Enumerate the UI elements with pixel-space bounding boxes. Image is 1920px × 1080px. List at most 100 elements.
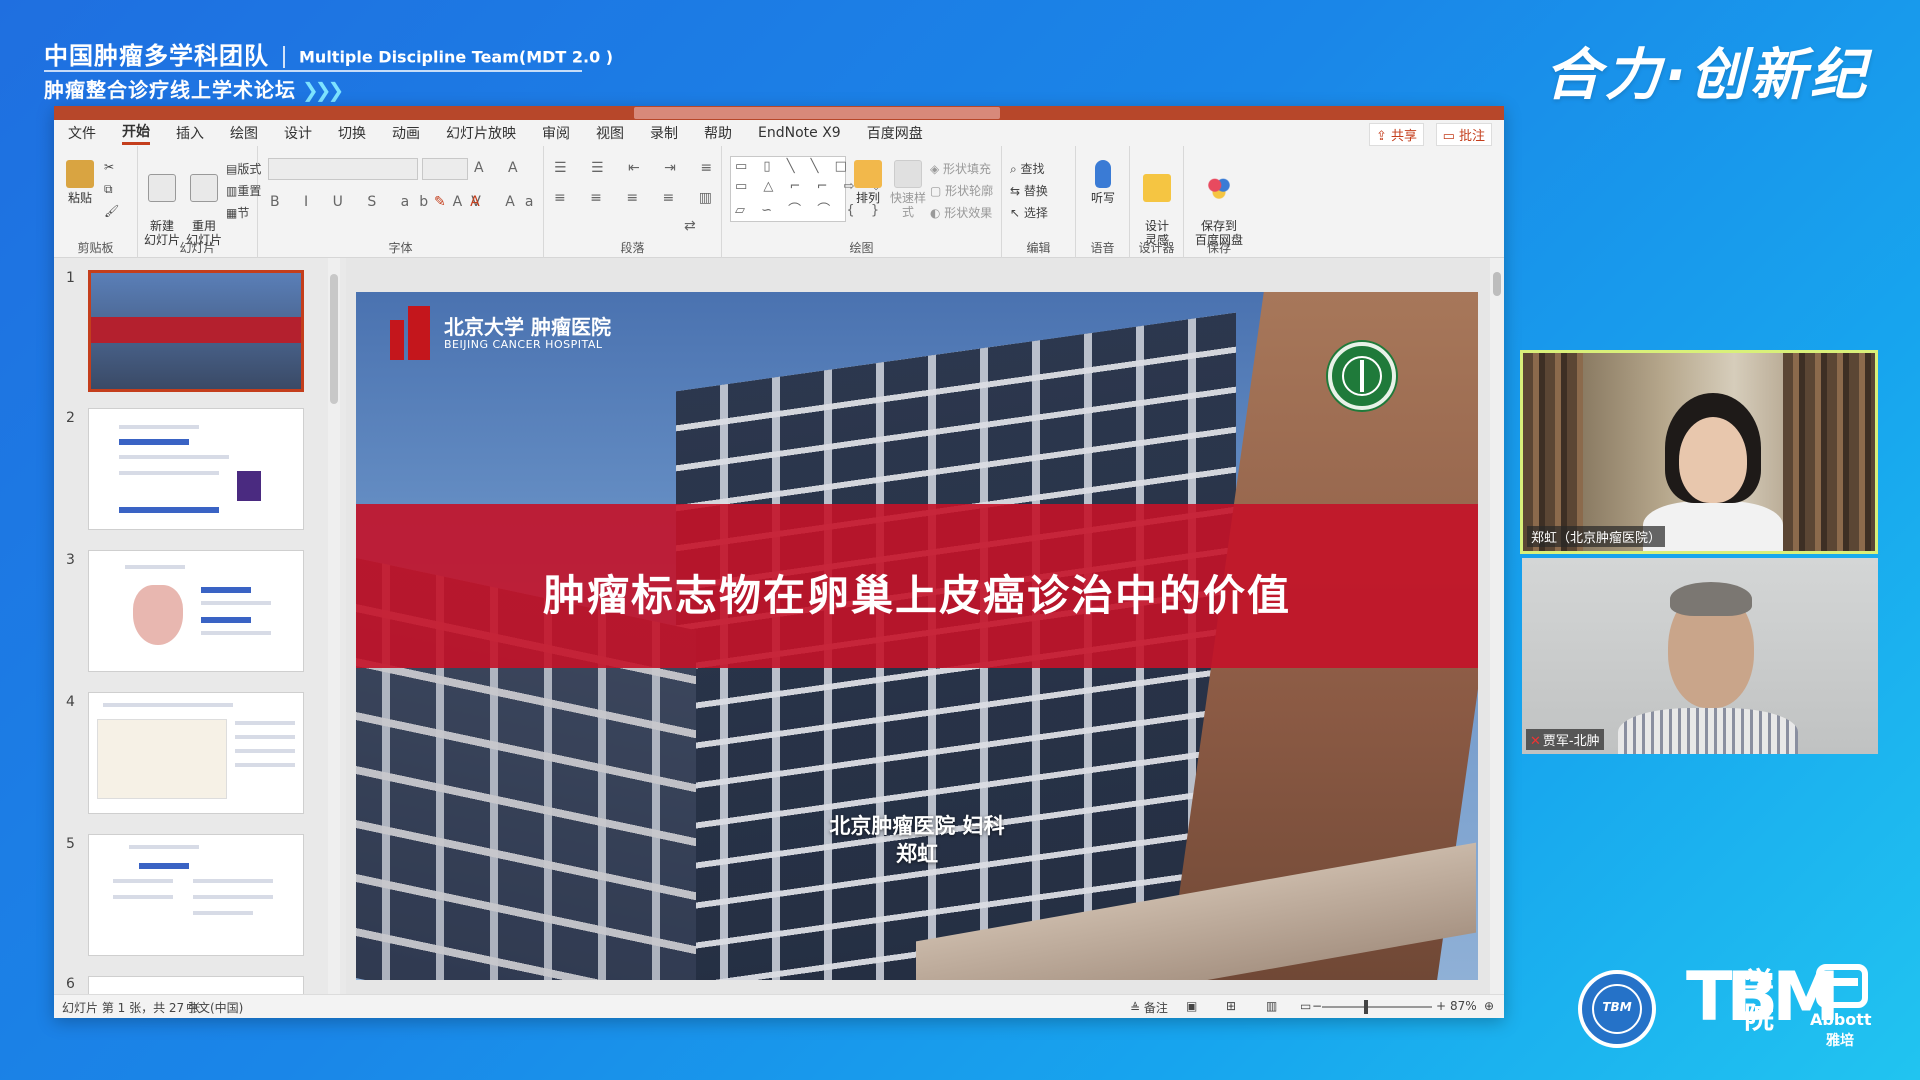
zoom-slider-thumb[interactable] [1364,1000,1368,1014]
thumb-number: 4 [66,694,75,710]
thumb-line [113,895,173,899]
font-format-buttons[interactable]: B I U S ab AV Aa [270,194,543,210]
tab-file[interactable]: 文件 [68,123,96,143]
zoom-slider[interactable] [1322,1006,1432,1008]
section-button[interactable]: ▦节 [226,204,249,221]
quick-styles-button[interactable]: 快速样式 [888,160,928,219]
scrollbar-thumb[interactable] [1493,272,1501,296]
lightning-icon [1143,174,1171,202]
font-size-controls[interactable]: A A [474,160,528,176]
group-editing: ⌕ 查找 ⇆ 替换 ↖ 选择 编辑 [1002,146,1076,258]
tbm-society-logo: TBM [1578,970,1656,1048]
sorter-view-icon[interactable]: ⊞ [1226,999,1236,1013]
share-button[interactable]: ⇪ 共享 [1368,123,1424,146]
zoom-in-icon[interactable]: + [1436,999,1446,1013]
group-font: A A B I U S ab AV Aa ✎ A 字体 [258,146,544,258]
normal-view-icon[interactable]: ▣ [1186,999,1197,1013]
shape-outline-button[interactable]: ▢ 形状轮廓 [930,182,993,199]
layout-button[interactable]: ▤版式 [226,160,261,177]
group-label-save: 保存 [1206,241,1231,255]
tab-endnote[interactable]: EndNote X9 [758,125,841,141]
font-size-select[interactable] [422,158,468,180]
thumb-image [237,471,261,501]
slide-thumbnail-6[interactable] [88,976,304,996]
format-painter-icon[interactable]: 🖌 [104,204,119,218]
arrange-icon [854,160,882,188]
thumb-line [129,845,199,849]
tab-home[interactable]: 开始 [122,121,150,145]
paste-button[interactable]: 粘贴 [62,160,98,205]
language-indicator[interactable]: 中文(中国) [186,999,243,1016]
tab-help[interactable]: 帮助 [704,123,732,143]
text-direction-button[interactable]: ⇄ [684,218,706,234]
slide-presenter: 郑虹 [896,842,938,866]
zoom-out-icon[interactable]: − [1312,999,1322,1013]
slide-thumbnail-1[interactable] [88,270,304,392]
shape-fill-button[interactable]: ◈ 形状填充 [930,160,991,177]
tab-transitions[interactable]: 切换 [338,123,366,143]
reset-button[interactable]: ▥重置 [226,182,261,199]
search-box[interactable] [634,107,1000,119]
fit-slide-icon[interactable]: ⊕ [1484,999,1494,1013]
designer-button[interactable]: 设计 灵感 [1136,160,1178,247]
thumb-line [235,749,295,753]
shapes-gallery[interactable]: ▭ ▯ ╲ ╲ □ ○ ▭ △ ⌐ ⌐ ⇨ ⇩ ▱ ∽ ⌒ ⌒ { } [730,156,882,222]
reuse-slide-button[interactable]: 重用 幻灯片 [184,160,224,247]
shape-effects-button[interactable]: ◐ 形状效果 [930,204,992,221]
group-save: 保存到 百度网盘 保存 [1184,146,1254,258]
broadcast-title-en: Multiple Discipline Team(MDT 2.0 ) [299,47,614,67]
group-label-designer: 设计器 [1138,241,1175,255]
group-label-editing: 编辑 [1026,241,1051,255]
slide-count: 幻灯片 第 1 张，共 27 张 [62,1001,200,1015]
scrollbar-thumb[interactable] [330,274,338,404]
share-label: 共享 [1390,129,1417,144]
dictate-button[interactable]: 听写 [1084,160,1122,205]
notes-button[interactable]: ≜ 备注 [1130,999,1168,1016]
comment-button[interactable]: ▭ 批注 [1435,123,1492,146]
tab-animations[interactable]: 动画 [392,123,420,143]
new-slide-button[interactable]: 新建 幻灯片 [142,160,182,247]
group-label-drawing: 绘图 [849,241,874,255]
current-slide[interactable]: 北京大学 肿瘤医院 BEIJING CANCER HOSPITAL 肿瘤标志物在… [356,292,1478,980]
tab-review[interactable]: 审阅 [542,123,570,143]
tab-draw[interactable]: 绘图 [230,123,258,143]
outline-icon: ▢ [930,184,946,198]
tab-record[interactable]: 录制 [650,123,678,143]
tab-slideshow[interactable]: 幻灯片放映 [446,123,516,143]
comment-icon: ▭ [1442,129,1459,144]
group-label-voice: 语音 [1090,241,1115,255]
thumb-block [139,863,189,869]
hospital-name-cn: 北京大学 肿瘤医院 [444,315,611,339]
reading-view-icon[interactable]: ▥ [1266,999,1277,1013]
thumbnail-scrollbar[interactable] [328,258,340,994]
tab-design[interactable]: 设计 [284,123,312,143]
arrange-button[interactable]: 排列 [850,160,886,205]
save-baidu-button[interactable]: 保存到 百度网盘 [1186,160,1252,247]
font-family-select[interactable] [268,158,418,180]
thumb-line [125,565,185,569]
copy-icon[interactable]: ⧉ [104,182,113,197]
slide-thumbnail-5[interactable] [88,834,304,956]
mic-muted-icon: ✕ [1530,734,1541,749]
slideshow-icon[interactable]: ▭ [1300,999,1311,1013]
slide-thumbnail-4[interactable] [88,692,304,814]
canvas-scrollbar[interactable] [1490,258,1504,994]
thumb-line [235,735,295,739]
cut-icon[interactable]: ✂ [104,160,114,174]
find-button[interactable]: ⌕ 查找 [1010,160,1045,177]
select-button[interactable]: ↖ 选择 [1010,204,1048,221]
group-voice: 听写 语音 [1076,146,1130,258]
font-color-buttons[interactable]: ✎ A [434,194,490,210]
slide-thumbnail-2[interactable] [88,408,304,530]
replace-button[interactable]: ⇆ 替换 [1010,182,1048,199]
arrange-label: 排列 [855,191,880,205]
slide-title: 肿瘤标志物在卵巢上皮癌诊治中的价值 [542,571,1291,620]
tab-view[interactable]: 视图 [596,123,624,143]
slide-thumbnail-3[interactable] [88,550,304,672]
tab-insert[interactable]: 插入 [176,123,204,143]
tab-baidu[interactable]: 百度网盘 [867,123,923,143]
reset-icon: ▥ [226,184,238,198]
notes-icon: ≜ [1130,1001,1144,1015]
person-hair [1670,582,1752,616]
zoom-level[interactable]: 87% [1450,999,1477,1013]
